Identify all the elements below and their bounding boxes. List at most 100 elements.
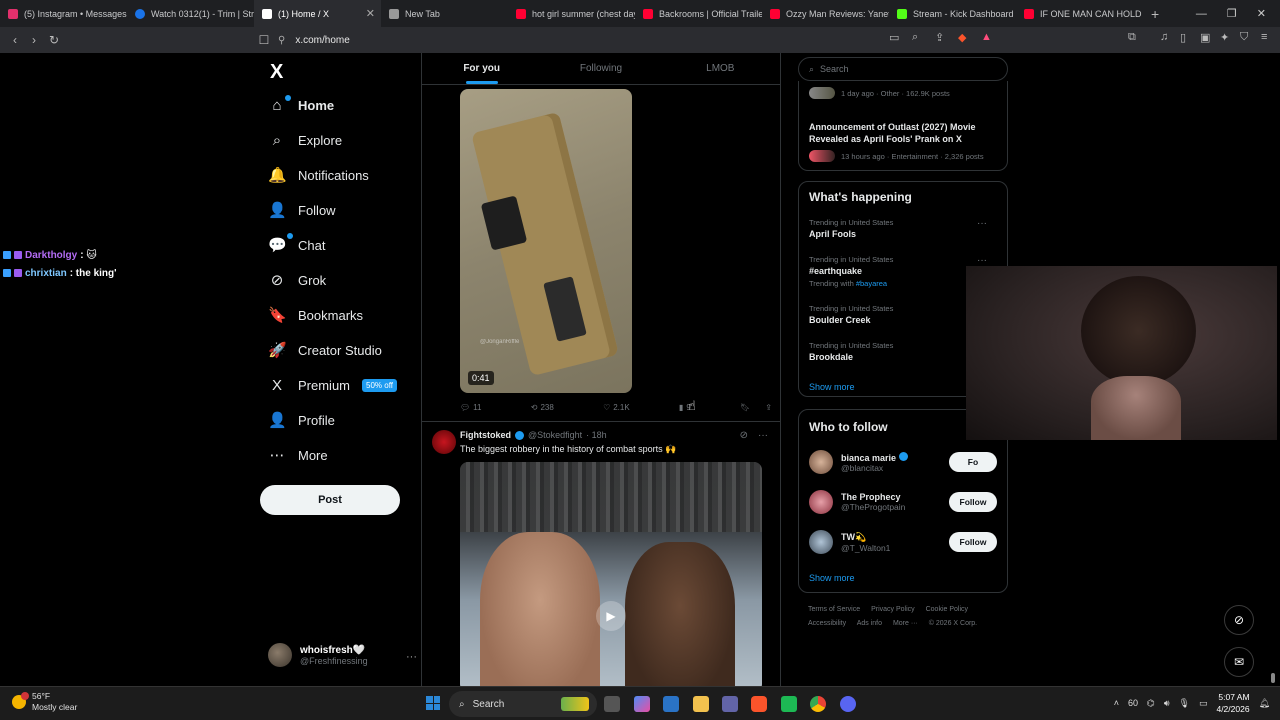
teams-icon[interactable] xyxy=(722,696,738,712)
nav-chat[interactable]: 💬 Chat xyxy=(268,231,325,259)
post-fightstoked[interactable]: Fightstoked @Stokedfight · 18h ⊘ ··· The… xyxy=(422,421,780,686)
footer-link[interactable]: More ··· xyxy=(893,620,918,627)
grok-icon[interactable]: ⊘ xyxy=(1224,605,1254,635)
task-view-icon[interactable] xyxy=(604,696,620,712)
leo-ai-icon[interactable]: ✦ xyxy=(1220,31,1229,44)
more-horizontal-icon[interactable]: ··· xyxy=(977,255,987,266)
chrome-icon[interactable] xyxy=(810,696,826,712)
post-author-name[interactable]: Fightstoked xyxy=(460,430,511,440)
news-item[interactable]: Announcement of Outlast (2027) Movie Rev… xyxy=(809,119,999,162)
avatar[interactable] xyxy=(432,430,456,454)
more-horizontal-icon[interactable]: ··· xyxy=(977,218,987,229)
zoom-icon[interactable]: ⌕ xyxy=(912,31,918,44)
tab-lmob[interactable]: LMOB xyxy=(661,53,780,84)
footer-link[interactable]: Terms of Service xyxy=(808,606,860,613)
file-explorer-icon[interactable] xyxy=(693,696,709,712)
share-icon[interactable]: ⇪ xyxy=(935,31,944,44)
show-more-follows-link[interactable]: Show more xyxy=(809,573,855,583)
post-author-handle[interactable]: @Stokedfight xyxy=(528,430,582,440)
messages-icon[interactable]: ✉ xyxy=(1224,647,1254,677)
footer-link[interactable]: Cookie Policy xyxy=(926,606,968,613)
tab-new-tab[interactable]: New Tab xyxy=(381,0,508,27)
minimize-icon[interactable]: — xyxy=(1196,8,1207,20)
nav-follow[interactable]: 👤 Follow xyxy=(268,196,336,224)
network-icon[interactable]: ⌬ xyxy=(1147,698,1155,709)
footer-link[interactable]: Privacy Policy xyxy=(871,606,915,613)
follow-suggestion[interactable]: TW💫 @T_Walton1 xyxy=(809,530,890,554)
forward-icon[interactable]: › xyxy=(24,33,44,47)
reply-button[interactable]: 💬︎ 11 xyxy=(460,403,481,412)
restore-icon[interactable]: ❐ xyxy=(1227,7,1237,20)
scrollbar-thumb[interactable] xyxy=(1271,673,1275,683)
search-input[interactable]: ⌕ Search xyxy=(798,57,1008,81)
menu-icon[interactable]: ≡ xyxy=(1261,31,1267,43)
sidebar-icon[interactable]: ▯ xyxy=(1180,31,1186,44)
grok-explain-icon[interactable]: ⊘ xyxy=(740,430,748,441)
share-icon[interactable]: ⇪ xyxy=(765,403,772,412)
footer-link[interactable]: Accessibility xyxy=(808,620,846,627)
like-button[interactable]: ♡ 2.1K xyxy=(603,403,630,412)
install-app-icon[interactable]: ▭ xyxy=(889,31,899,44)
more-horizontal-icon[interactable]: ··· xyxy=(406,651,417,663)
news-item[interactable]: 1 day ago · Other · 162.9K posts xyxy=(809,87,950,99)
tab-instagram[interactable]: (5) Instagram • Messages xyxy=(0,0,127,27)
reload-icon[interactable]: ↻ xyxy=(44,33,64,47)
copilot-icon[interactable] xyxy=(634,696,650,712)
brave-browser-icon[interactable] xyxy=(751,696,767,712)
volume-icon[interactable]: 🔊︎ xyxy=(1164,698,1170,709)
brave-rewards-icon[interactable]: ▲ xyxy=(981,31,992,43)
follow-button[interactable]: Follow xyxy=(949,532,997,552)
x-logo-icon[interactable]: X xyxy=(270,61,283,84)
tray-overflow-icon[interactable]: ˄ xyxy=(1114,698,1119,708)
trend-hashtag-link[interactable]: #bayarea xyxy=(856,279,887,288)
bookmark-page-icon[interactable]: ☐ xyxy=(254,33,274,47)
close-window-icon[interactable]: ✕ xyxy=(1257,7,1266,20)
display-icon[interactable]: ▭ xyxy=(1199,698,1208,709)
nav-profile[interactable]: 👤 Profile xyxy=(268,406,335,434)
taskbar-clock[interactable]: 5:07 AM 4/2/2026 xyxy=(1216,691,1249,715)
weather-widget[interactable]: 56°F Mostly clear xyxy=(12,691,77,713)
tab-following[interactable]: Following xyxy=(541,53,660,84)
nav-premium[interactable]: X Premium 50% off xyxy=(268,371,397,399)
vpn-icon[interactable]: ⛉ xyxy=(1240,31,1248,44)
brave-shield-icon[interactable]: ◆ xyxy=(958,31,966,44)
nav-creator-studio[interactable]: 🚀 Creator Studio xyxy=(268,336,382,364)
show-more-trends-link[interactable]: Show more xyxy=(809,382,855,392)
trend-item[interactable]: Trending in United States April Fools ··… xyxy=(809,218,999,239)
follow-button[interactable]: Fo xyxy=(949,452,997,472)
post-video-rifle[interactable]: @JonganRiffle 0:41 xyxy=(460,89,632,393)
nav-grok[interactable]: ⊘ Grok xyxy=(268,266,326,294)
account-switcher[interactable]: whoisfresh🤍 @Freshfinessing ··· xyxy=(268,643,417,667)
tab-kick-dashboard[interactable]: Stream - Kick Dashboard xyxy=(889,0,1016,27)
tab-for-you[interactable]: For you xyxy=(422,53,541,84)
bookmark-post-button[interactable]: 🔖︎ ⇪ xyxy=(740,403,772,412)
tab-x-home[interactable]: (1) Home / X ✕ xyxy=(254,0,381,27)
nav-notifications[interactable]: 🔔 Notifications xyxy=(268,161,369,189)
tab-youtube-chest-day[interactable]: hot girl summer (chest day xyxy=(508,0,635,27)
follow-suggestion[interactable]: bianca marie @blancitax xyxy=(809,450,908,474)
site-info-icon[interactable]: ⚲ xyxy=(278,35,285,46)
footer-link[interactable]: Ads info xyxy=(857,620,882,627)
tab-youtube-ozzy[interactable]: Ozzy Man Reviews: Yanet xyxy=(762,0,889,27)
follow-button[interactable]: Follow xyxy=(949,492,997,512)
post-button[interactable]: Post xyxy=(260,485,400,515)
media-icon[interactable]: ♫ xyxy=(1160,31,1168,43)
play-icon[interactable]: ▶ xyxy=(596,601,626,631)
post-video-fight[interactable]: ▶ xyxy=(460,462,762,686)
more-horizontal-icon[interactable]: ··· xyxy=(758,430,768,441)
tray-app-badge[interactable]: 60 xyxy=(1128,698,1138,708)
notifications-icon[interactable]: 🔔︎ xyxy=(1259,698,1270,709)
discord-icon[interactable] xyxy=(840,696,856,712)
follow-suggestion[interactable]: The Prophecy @TheProgotpain xyxy=(809,490,905,514)
nav-explore[interactable]: ⌕ Explore xyxy=(268,126,342,154)
mic-icon[interactable]: 🎙︎ xyxy=(1179,698,1190,709)
tab-youtube-one-man[interactable]: IF ONE MAN CAN HOLD I... xyxy=(1016,0,1143,27)
nav-home[interactable]: ⌂ Home xyxy=(268,91,334,119)
windows-start-icon[interactable] xyxy=(426,696,440,710)
store-icon[interactable] xyxy=(663,696,679,712)
wallet-icon[interactable]: ▣ xyxy=(1200,31,1210,44)
taskbar-search[interactable]: ⌕ Search xyxy=(449,691,597,717)
app-icon[interactable] xyxy=(781,696,797,712)
back-icon[interactable]: ‹ xyxy=(5,33,25,47)
tab-watch-trim[interactable]: Watch 0312(1) - Trim | Stre xyxy=(127,0,254,27)
